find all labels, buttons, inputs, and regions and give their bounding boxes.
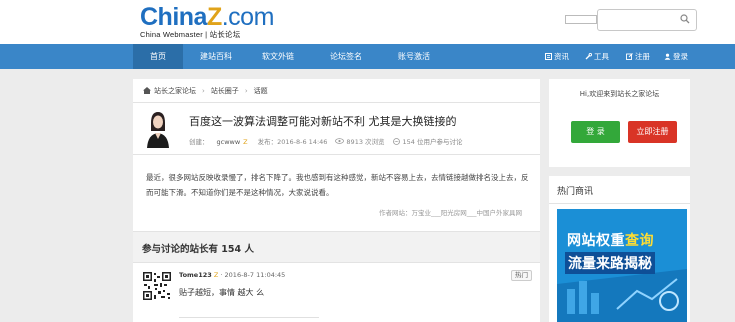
replier-avatar[interactable] [142,271,172,301]
logo-z: Z [206,3,222,31]
search-input[interactable] [597,9,697,31]
nav-signature[interactable]: 论坛签名 [318,44,374,69]
breadcrumb-separator: › [202,87,205,95]
breadcrumb: 站长之家论坛 › 站长圈子 › 话题 [133,79,540,103]
reply-time: · 2016-8-7 11:04:45 [220,271,286,279]
nav-login-label: 登录 [673,52,688,61]
top-header: ChinaZ.com China Webmaster | 站长论坛 [0,0,735,44]
user-icon [664,53,671,60]
banner-heading-b: 查询 [625,233,654,249]
eye-icon [335,138,345,144]
publish-time: 发布：2016-8-6 14:46 [257,138,328,146]
post-body: 最近，很多网站反映收录慢了，排名下降了。我也感到有这种感觉，新站不容易上去，去情… [146,173,529,197]
search-icon[interactable] [680,14,690,24]
nav-register-label: 注册 [635,52,650,61]
wrench-icon [585,52,593,60]
nav-tools[interactable]: 工具 [585,44,609,69]
post-title: 百度这一波算法调整可能对新站不利 尤其是大换链接的 [189,115,457,128]
post-meta: 创建： gcwww Z 发布：2016-8-6 14:46 8913 次浏览 154 位用… [189,136,471,146]
login-card: Hi,欢迎来到站长之家论坛 登 录 立即注册 [549,79,690,167]
nav-wiki[interactable]: 建站百科 [190,44,242,69]
view-count: 8913 次浏览 [346,138,385,146]
hot-divider [549,203,690,204]
breadcrumb-topic[interactable]: 话题 [254,87,268,95]
site-logo[interactable]: ChinaZ.com China Webmaster | 站长论坛 [140,4,274,40]
logo-wordmark: ChinaZ.com [140,4,274,30]
banner-heading-a: 网站权重 [567,233,625,249]
replier-level-icon: Z [213,271,219,279]
replier-name[interactable]: Tome123 [179,271,212,279]
nav-login[interactable]: 登录 [664,44,688,69]
meta-created-label: 创建： [189,138,209,146]
nav-home[interactable]: 首页 [133,44,183,69]
login-button[interactable]: 登 录 [571,121,620,143]
banner-heading: 网站权重查询 [567,230,654,250]
breadcrumb-circle[interactable]: 站长圈子 [211,87,239,95]
home-icon[interactable] [143,87,151,94]
news-icon [545,53,552,60]
nav-register[interactable]: 注册 [626,44,650,69]
author-website[interactable]: 作者网站：万宝业___阳光房网___中国户外家具网 [379,207,522,217]
register-button[interactable]: 立即注册 [628,121,677,143]
discussion-header: 参与讨论的站长有 154 人 [133,231,540,263]
reply-item: Tome123 Z · 2016-8-7 11:04:45 贴子越短，事情 越大… [133,263,540,322]
banner-subheading: 流量来路揭秘 [565,252,655,274]
thread-panel: 站长之家论坛 › 站长圈子 › 话题 百度这一波算法调整可能对新站不利 尤其是大换链接的… [133,79,540,322]
nav-links[interactable]: 软文外链 [250,44,306,69]
breadcrumb-separator: › [244,87,248,95]
author-avatar[interactable] [144,109,172,148]
comment-icon [392,138,400,145]
edit-icon [626,53,633,60]
nav-news[interactable]: 资讯 [545,44,569,69]
nav-news-label: 资讯 [554,52,569,61]
reply-text: 贴子越短，事情 越大 么 [179,288,265,297]
hot-badge: 热门 [511,270,532,281]
ad-banner[interactable]: 网站权重查询 流量来路揭秘 [557,209,687,322]
participant-count: 154 位用户参与讨论 [402,138,463,146]
reply-divider [179,317,319,318]
author-level-icon: Z [243,138,248,146]
nav-tools-label: 工具 [594,52,609,61]
logo-china: China [140,3,207,31]
nav-activate[interactable]: 账号激活 [386,44,442,69]
reply-meta: Tome123 Z · 2016-8-7 11:04:45 [179,271,285,279]
hot-news-panel: 热门商讯 网站权重查询 流量来路揭秘 [549,176,690,322]
discussion-title: 参与讨论的站长有 154 人 [142,244,254,255]
main-nav: 首页 建站百科 软文外链 论坛签名 账号激活 资讯 工具 注册 登录 [0,44,735,69]
breadcrumb-forum[interactable]: 站长之家论坛 [154,87,196,95]
hot-news-title: 热门商讯 [557,187,594,197]
logo-dotcom: .com [221,3,275,31]
post-header: 百度这一波算法调整可能对新站不利 尤其是大换链接的 创建： gcwww Z 发布：20… [133,103,540,155]
welcome-text: Hi,欢迎来到站长之家论坛 [579,90,660,98]
mini-input[interactable] [565,15,597,24]
author-name[interactable]: gcwww [217,138,241,146]
